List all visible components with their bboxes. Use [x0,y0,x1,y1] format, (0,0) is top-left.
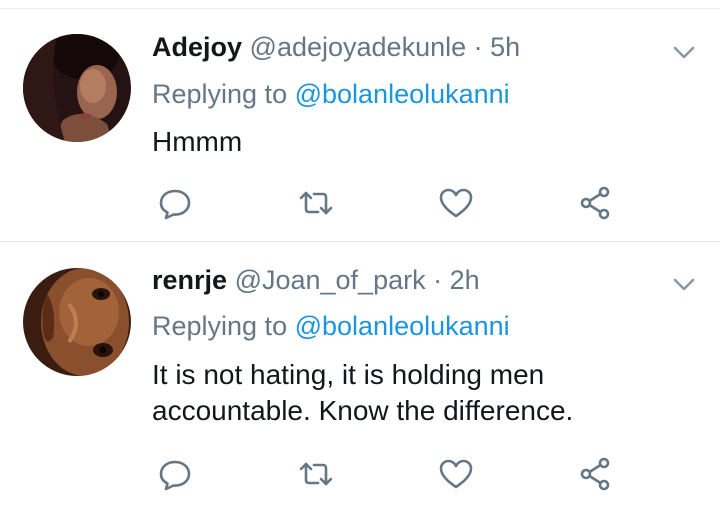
chevron-down-icon[interactable] [671,43,697,63]
retweet-icon[interactable] [296,454,336,494]
share-icon[interactable] [576,183,616,223]
top-divider [0,8,720,9]
replying-label: Replying to [152,79,295,109]
tweet-text: It is not hating, it is holding men acco… [152,359,574,426]
mention-link[interactable]: @bolanleolukanni [295,79,510,109]
tweet-header: Adejoy @adejoyadekunle · 5h [152,31,520,63]
mention-link[interactable]: @bolanleolukanni [295,311,510,341]
replying-to: Replying to @bolanleolukanni [152,78,510,110]
avatar[interactable] [23,34,131,142]
tweet-text: Hmmm [152,126,243,157]
tweet-actions [0,454,720,494]
user-handle[interactable]: @Joan_of_park [235,265,426,295]
tweet-actions [0,183,720,223]
share-icon[interactable] [576,454,616,494]
separator-dot: · [473,32,483,62]
user-handle[interactable]: @adejoyadekunle [250,32,467,62]
reply-icon[interactable] [155,183,195,223]
chevron-down-icon[interactable] [671,275,697,295]
separator-dot: · [433,265,443,295]
display-name[interactable]: renrje [152,265,227,295]
tweet-header: renrje @Joan_of_park · 2h [152,264,480,296]
heart-icon[interactable] [436,183,476,223]
replying-to: Replying to @bolanleolukanni [152,310,510,342]
tweet-divider [0,241,720,242]
reply-icon[interactable] [155,454,195,494]
retweet-icon[interactable] [296,183,336,223]
display-name[interactable]: Adejoy [152,32,242,62]
timestamp[interactable]: 2h [450,265,480,295]
heart-icon[interactable] [436,454,476,494]
timestamp[interactable]: 5h [490,32,520,62]
avatar[interactable] [23,268,131,376]
replying-label: Replying to [152,311,295,341]
